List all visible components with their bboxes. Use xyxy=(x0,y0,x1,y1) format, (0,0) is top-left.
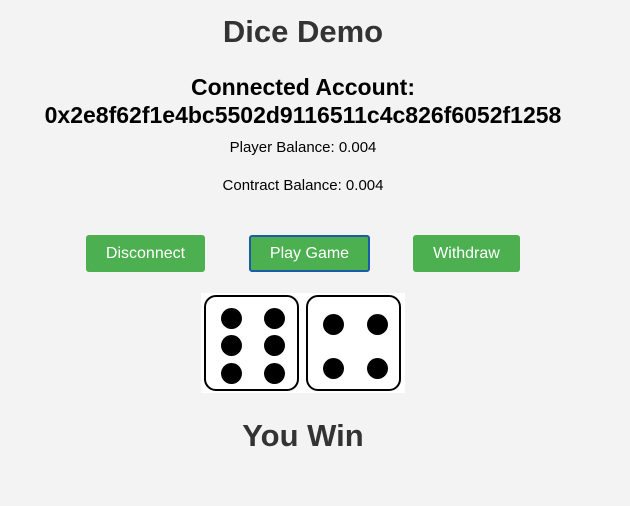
die-1 xyxy=(204,295,299,391)
die-2 xyxy=(306,295,401,391)
game-result: You Win xyxy=(242,418,364,453)
die-1-pip xyxy=(264,308,285,329)
disconnect-button[interactable]: Disconnect xyxy=(86,235,205,272)
account-address: 0x2e8f62f1e4bc5502d9116511c4c826f6052f12… xyxy=(44,102,562,128)
die-1-pip xyxy=(221,363,242,384)
play-game-button[interactable]: Play Game xyxy=(249,235,370,272)
die-2-pip xyxy=(367,358,388,379)
die-2-pip xyxy=(323,358,344,379)
page-title: Dice Demo xyxy=(222,14,384,49)
dice-demo-page: Dice Demo Connected Account: 0x2e8f62f1e… xyxy=(0,0,630,506)
die-1-pip xyxy=(264,335,285,356)
connected-account-label: Connected Account: xyxy=(190,74,416,100)
die-1-pip xyxy=(264,363,285,384)
dice-display xyxy=(201,293,405,393)
contract-balance: Contract Balance: 0.004 xyxy=(222,177,384,194)
withdraw-button[interactable]: Withdraw xyxy=(413,235,520,272)
die-2-pip xyxy=(323,314,344,335)
die-1-pip xyxy=(221,308,242,329)
player-balance: Player Balance: 0.004 xyxy=(229,139,377,156)
die-2-pip xyxy=(367,314,388,335)
die-1-pip xyxy=(221,335,242,356)
